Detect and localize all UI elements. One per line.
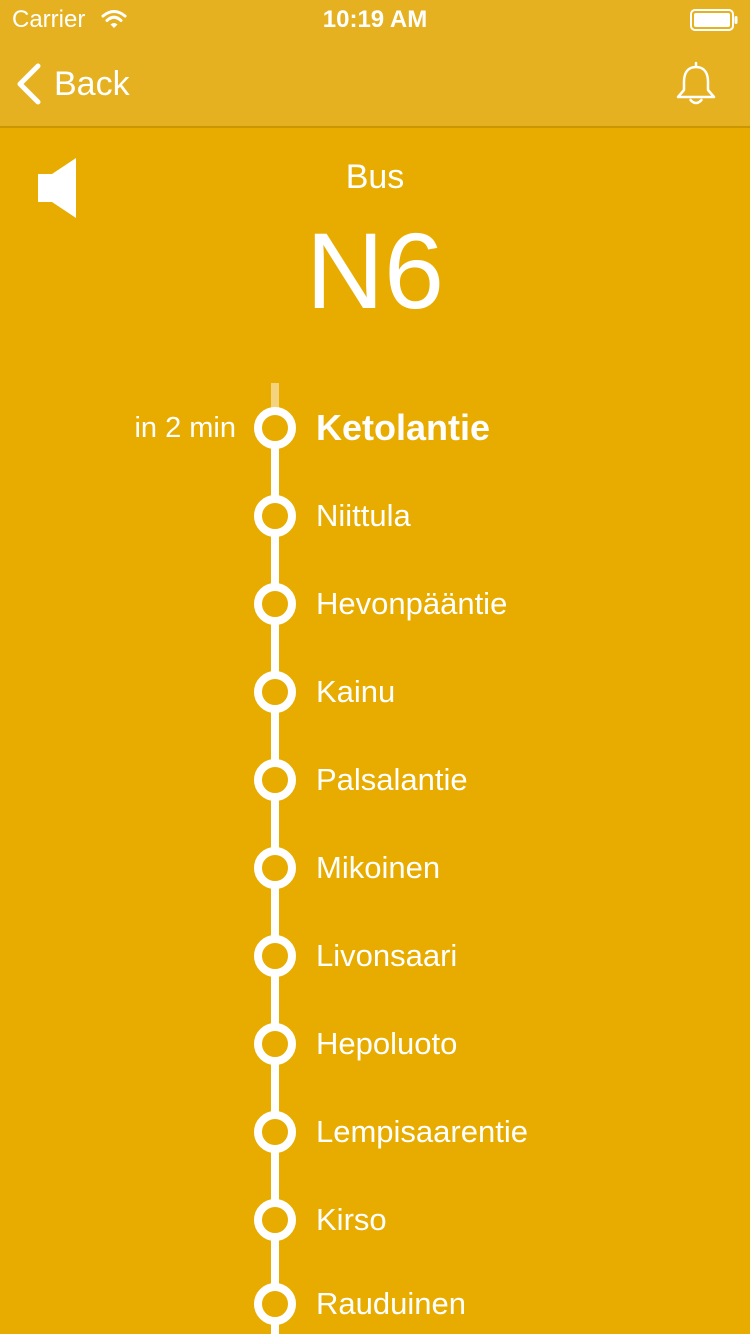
stop-name: Mikoinen	[316, 850, 441, 885]
vehicle-type: Bus	[345, 158, 405, 196]
navigation-bar: Carrier 10:19 AM Back	[0, 0, 750, 128]
stop-name: Palsalantie	[316, 762, 468, 797]
stop-marker	[254, 1023, 296, 1065]
stop-name: Livonsaari	[316, 938, 458, 973]
stop-name: Ketolantie	[316, 407, 491, 448]
stop-name: Niittula	[316, 498, 411, 533]
stop-item[interactable]: Kirso	[0, 1190, 750, 1250]
stop-marker	[254, 1111, 296, 1153]
stop-name: Lempisaarentie	[316, 1114, 528, 1149]
stop-marker	[254, 407, 296, 449]
stop-marker	[254, 1199, 296, 1241]
stop-eta: in 2 min	[134, 412, 236, 444]
stop-item[interactable]: Hevonpääntie	[0, 574, 750, 634]
stop-marker	[254, 1283, 296, 1325]
stop-item[interactable]: Livonsaari	[0, 926, 750, 986]
battery-icon	[690, 9, 738, 31]
chevron-left-icon	[17, 63, 41, 105]
stop-item[interactable]: Kainu	[0, 662, 750, 722]
stop-name: Hepoluoto	[316, 1026, 458, 1061]
stop-marker	[254, 583, 296, 625]
stop-item[interactable]: Palsalantie	[0, 750, 750, 810]
stop-name: Kainu	[316, 674, 396, 709]
stop-marker	[254, 671, 296, 713]
back-button[interactable]: Back	[14, 58, 130, 110]
stop-item[interactable]: Hepoluoto	[0, 1014, 750, 1074]
status-bar: Carrier 10:19 AM	[0, 0, 750, 40]
bell-icon[interactable]	[674, 60, 718, 106]
stop-name: Hevonpääntie	[316, 586, 508, 621]
stop-item[interactable]: Lempisaarentie	[0, 1102, 750, 1162]
stop-item[interactable]: Rauduinen	[0, 1274, 750, 1334]
stop-marker	[254, 495, 296, 537]
stop-item[interactable]: Mikoinen	[0, 838, 750, 898]
stop-item[interactable]: Niittula	[0, 486, 750, 546]
stop-marker	[254, 759, 296, 801]
back-label: Back	[54, 65, 130, 103]
stop-marker	[254, 847, 296, 889]
stop-name: Kirso	[316, 1202, 387, 1237]
stop-item[interactable]: in 2 min Ketolantie	[0, 398, 750, 458]
stop-name: Rauduinen	[316, 1286, 466, 1321]
stop-marker	[254, 935, 296, 977]
line-number: N6	[305, 210, 445, 331]
status-time: 10:19 AM	[322, 6, 428, 33]
